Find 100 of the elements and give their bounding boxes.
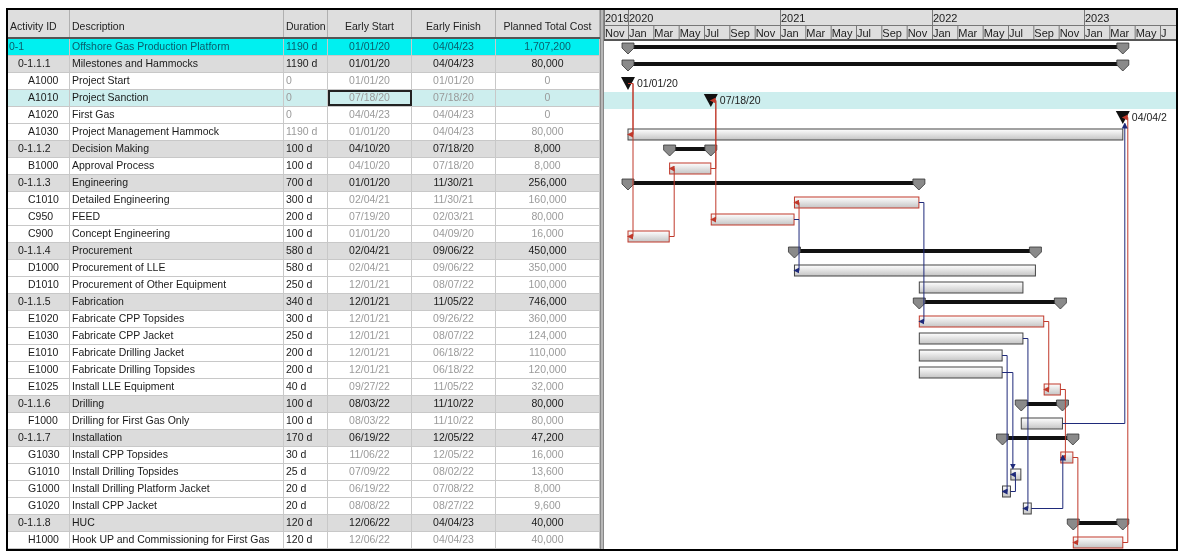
milestone-marker[interactable] xyxy=(621,77,635,90)
column-header[interactable]: Activity ID xyxy=(10,19,57,35)
summary-bar[interactable] xyxy=(621,178,926,191)
activity-bar[interactable] xyxy=(627,230,670,243)
table-row[interactable]: E1020 Fabricate CPP Topsides 300 d 12/01/21 09/26/22 360,000 xyxy=(8,311,600,328)
table-cell: 07/09/22 xyxy=(349,464,390,480)
table-row[interactable]: 0-1.1.6 Drilling 100 d 08/03/22 11/10/22 80,000 xyxy=(8,396,600,413)
summary-bar[interactable] xyxy=(1066,518,1130,531)
table-row[interactable]: G1000 Install Drilling Platform Jacket 20 d 06/19/22 07/08/22 8,000 xyxy=(8,481,600,498)
column-header[interactable]: Duration xyxy=(286,19,326,35)
month-label: Mar xyxy=(1110,27,1130,39)
table-cell: 07/18/20 xyxy=(433,90,474,106)
table-cell: 01/01/20 xyxy=(349,39,390,55)
month-label: Jan xyxy=(1085,27,1103,39)
summary-bar[interactable] xyxy=(996,433,1080,446)
table-row[interactable]: B1000 Approval Process 100 d 04/10/20 07/18/20 8,000 xyxy=(8,158,600,175)
table-cell-text: 0-1.1.4 xyxy=(17,243,51,259)
table-cell-text: 0 xyxy=(285,107,292,123)
activity-bar[interactable] xyxy=(1010,468,1022,481)
activity-bar[interactable] xyxy=(1060,451,1074,464)
table-cell: 16,000 xyxy=(531,226,564,242)
table-cell-text: Fabricate CPP Topsides xyxy=(71,311,185,327)
summary-bar[interactable] xyxy=(663,144,718,157)
table-row[interactable]: C900 Concept Engineering 100 d 01/01/20 04/09/20 16,000 xyxy=(8,226,600,243)
month-label: May xyxy=(983,27,1005,39)
year-label: 2021 xyxy=(781,12,806,24)
table-cell-text: 1190 d xyxy=(285,39,318,55)
table-cell: 12/01/21 xyxy=(349,277,390,293)
month-label: Jan xyxy=(781,27,799,39)
column-header[interactable]: Early Start xyxy=(345,19,394,35)
summary-bar[interactable] xyxy=(621,59,1130,72)
column-header[interactable]: Early Finish xyxy=(426,19,481,35)
summary-bar[interactable] xyxy=(912,297,1067,310)
table-row[interactable]: 0-1.1.1 Milestones and Hammocks 1190 d 01/01/20 04/04/23 80,000 xyxy=(8,56,600,73)
table-cell: 80,000 xyxy=(531,56,564,72)
table-row[interactable]: 0-1.1.5 Fabrication 340 d 12/01/21 11/05/22 746,000 xyxy=(8,294,600,311)
table-cell-text: 700 d xyxy=(285,175,313,191)
activity-bar[interactable] xyxy=(1002,485,1011,498)
table-row[interactable]: F1000 Drilling for First Gas Only 100 d 08/03/22 11/10/22 80,000 xyxy=(8,413,600,430)
table-row[interactable]: E1030 Fabricate CPP Jacket 250 d 12/01/21 08/07/22 124,000 xyxy=(8,328,600,345)
table-cell: 0 xyxy=(544,90,551,106)
month-label: Mar xyxy=(958,27,978,39)
table-cell-text: 0-1.1.3 xyxy=(17,175,51,191)
table-cell-text: Project Sanction xyxy=(71,90,149,106)
table-cell: 02/04/21 xyxy=(349,243,390,259)
table-row[interactable]: D1000 Procurement of LLE 580 d 02/04/21 09/06/22 350,000 xyxy=(8,260,600,277)
activity-bar[interactable] xyxy=(1022,502,1032,515)
table-cell-text: 1190 d xyxy=(285,124,318,140)
table-cell-text: 20 d xyxy=(285,498,307,514)
table-row[interactable]: E1025 Install LLE Equipment 40 d 09/27/22 11/05/22 32,000 xyxy=(8,379,600,396)
column-header[interactable]: Planned Total Cost xyxy=(503,19,592,35)
activity-bar[interactable] xyxy=(1043,383,1061,396)
activity-bar[interactable] xyxy=(1020,417,1063,430)
table-cell: 07/18/20 xyxy=(433,141,474,157)
summary-bar[interactable] xyxy=(1014,399,1069,412)
table-cell: 12/01/21 xyxy=(349,311,390,327)
table-row[interactable]: 0-1.1.3 Engineering 700 d 01/01/20 11/30/21 256,000 xyxy=(8,175,600,192)
summary-bar[interactable] xyxy=(788,246,1042,259)
table-cell: 04/10/20 xyxy=(349,158,390,174)
milestone-marker[interactable] xyxy=(1115,111,1130,124)
table-row[interactable]: 0-1 Offshore Gas Production Platform 1190 d 01/01/20 04/04/23 1,707,200 xyxy=(8,39,600,56)
table-cell: 11/10/22 xyxy=(433,396,474,412)
table-row[interactable]: A1000 Project Start 0 01/01/20 01/01/20 0 xyxy=(8,73,600,90)
table-row[interactable]: A1030 Project Management Hammock 1190 d 01/01/20 04/04/23 80,000 xyxy=(8,124,600,141)
table-cell-text: A1000 xyxy=(27,73,59,89)
table-row[interactable]: H1000 Hook UP and Commissioning for First Gas 120 d 12/06/22 04/04/23 40,000 xyxy=(8,532,600,549)
table-row[interactable]: G1010 Install Drilling Topsides 25 d 07/09/22 08/02/22 13,600 xyxy=(8,464,600,481)
table-cell-text: 0-1.1.2 xyxy=(17,141,51,157)
table-cell: 12/01/21 xyxy=(349,328,390,344)
table-row[interactable]: C1010 Detailed Engineering 300 d 02/04/21 11/30/21 160,000 xyxy=(8,192,600,209)
table-row[interactable]: G1020 Install CPP Jacket 20 d 08/08/22 08/27/22 9,600 xyxy=(8,498,600,515)
table-row[interactable]: 0-1.1.8 HUC 120 d 12/06/22 04/04/23 40,000 xyxy=(8,515,600,532)
table-cell: 02/04/21 xyxy=(349,260,390,276)
table-row[interactable]: D1010 Procurement of Other Equipment 250 d 12/01/21 08/07/22 100,000 xyxy=(8,277,600,294)
table-cell-text: 0-1.1.7 xyxy=(17,430,51,446)
table-cell: 08/27/22 xyxy=(433,498,474,514)
table-row[interactable]: 0-1.1.7 Installation 170 d 06/19/22 12/05/22 47,200 xyxy=(8,430,600,447)
table-row[interactable]: A1010 Project Sanction 0 07/18/20 07/18/20 0 xyxy=(8,90,600,107)
table-row[interactable]: E1010 Fabricate Drilling Jacket 200 d 12/01/21 06/18/22 110,000 xyxy=(8,345,600,362)
table-row[interactable]: E1000 Fabricate Drilling Topsides 200 d 12/01/21 06/18/22 120,000 xyxy=(8,362,600,379)
table-row[interactable]: A1020 First Gas 0 04/04/23 04/04/23 0 xyxy=(8,107,600,124)
table-row[interactable]: C950 FEED 200 d 07/19/20 02/03/21 80,000 xyxy=(8,209,600,226)
table-row[interactable]: G1030 Install CPP Topsides 30 d 11/06/22 12/05/22 16,000 xyxy=(8,447,600,464)
table-cell: 09/06/22 xyxy=(433,243,474,259)
table-cell-text: FEED xyxy=(71,209,100,225)
table-row[interactable]: 0-1.1.4 Procurement 580 d 02/04/21 09/06/22 450,000 xyxy=(8,243,600,260)
summary-bar[interactable] xyxy=(621,42,1130,55)
column-header[interactable]: Description xyxy=(72,19,125,35)
table-cell-text: Project Management Hammock xyxy=(71,124,220,140)
milestone-marker[interactable] xyxy=(703,94,718,107)
table-cell: 04/09/20 xyxy=(433,226,474,242)
table-row[interactable]: 0-1.1.2 Decision Making 100 d 04/10/20 07/18/20 8,000 xyxy=(8,141,600,158)
table-cell: 11/30/21 xyxy=(433,192,474,208)
table-cell: 04/04/23 xyxy=(433,532,474,548)
month-label: Nov xyxy=(1059,27,1080,39)
table-cell: 04/04/23 xyxy=(433,124,474,140)
table-cell-text: E1020 xyxy=(27,311,59,327)
table-cell: 07/19/20 xyxy=(349,209,390,225)
table-cell: 16,000 xyxy=(531,447,564,463)
table-cell: 12/01/21 xyxy=(349,294,390,310)
